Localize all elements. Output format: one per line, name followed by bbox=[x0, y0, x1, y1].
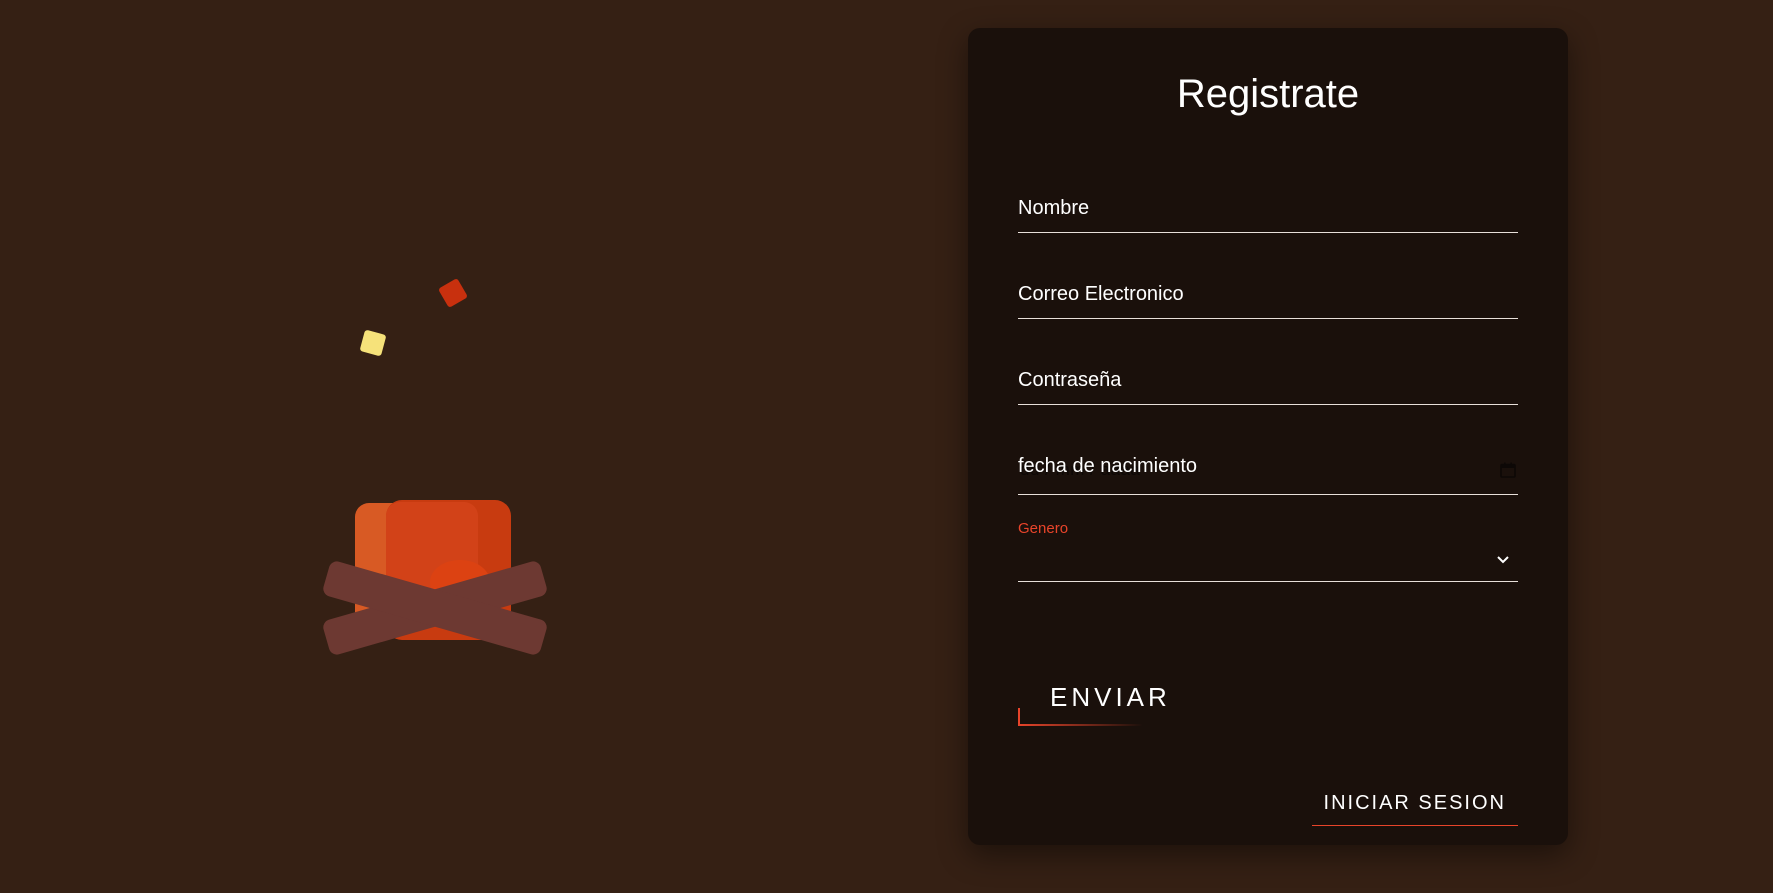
red-spark bbox=[439, 279, 467, 307]
calendar-icon[interactable] bbox=[1500, 462, 1516, 478]
submit-accent-bottom bbox=[1018, 724, 1143, 726]
email-field[interactable]: Correo Electronico bbox=[1018, 250, 1518, 319]
gender-field[interactable]: Genero bbox=[1018, 514, 1518, 582]
page: Registrate Nombre Correo Electronico Con… bbox=[0, 0, 1773, 893]
birthdate-field[interactable]: dd / mm / aaaa fecha de nacimiento bbox=[1018, 423, 1518, 495]
form-title: Registrate bbox=[1176, 72, 1360, 116]
password-field[interactable]: Contraseña bbox=[1018, 336, 1518, 405]
gender-label: Genero bbox=[1018, 520, 1069, 537]
gender-select[interactable] bbox=[1018, 545, 1518, 581]
login-link[interactable]: INICIAR SESION bbox=[1311, 792, 1518, 826]
yellow-spark bbox=[360, 330, 386, 356]
submit-button-label: ENVIAR bbox=[1050, 682, 1171, 712]
name-input[interactable] bbox=[1018, 192, 1518, 232]
birthdate-input[interactable] bbox=[1018, 454, 1518, 494]
campfire-icon bbox=[323, 279, 547, 655]
password-input[interactable] bbox=[1018, 364, 1518, 404]
campfire-illustration bbox=[300, 260, 580, 680]
name-field[interactable]: Nombre bbox=[1018, 164, 1518, 233]
email-input[interactable] bbox=[1018, 278, 1518, 318]
submit-button[interactable]: ENVIAR bbox=[1018, 668, 1167, 728]
register-card: Registrate Nombre Correo Electronico Con… bbox=[968, 28, 1568, 845]
